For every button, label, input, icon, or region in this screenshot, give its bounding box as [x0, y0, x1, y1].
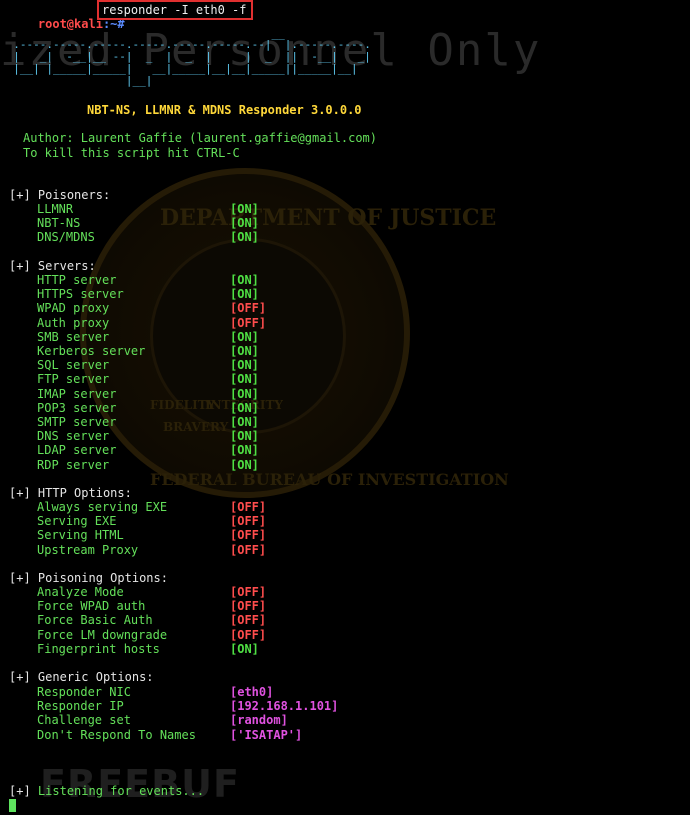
option-value: [192.168.1.101]: [230, 699, 339, 714]
option-label: RDP server: [37, 457, 110, 472]
option-status-badge: [ON]: [230, 287, 259, 302]
option-value: ['ISATAP']: [230, 727, 303, 742]
option-label: NBT-NS: [37, 216, 81, 231]
option-status-badge: [OFF]: [230, 585, 267, 599]
option-value: [eth0]: [230, 685, 274, 699]
option-status-badge: [OFF]: [230, 613, 267, 628]
option-status-badge: [OFF]: [230, 599, 267, 614]
option-label: Kerberos server: [37, 344, 146, 358]
section-poisoning-options: [+] Poisoning Options:: [9, 571, 168, 585]
command-text[interactable]: responder -I eth0 -f: [102, 3, 247, 17]
option-status-badge: [ON]: [230, 429, 259, 444]
option-label: Don't Respond To Names: [37, 727, 196, 742]
kill-hint-line: To kill this script hit CTRL-C: [23, 146, 240, 160]
option-status-badge: [ON]: [230, 230, 259, 245]
ascii-logo-line-5: |__|: [0, 74, 153, 87]
option-label: LLMNR: [37, 202, 74, 216]
option-status-badge: [ON]: [230, 415, 259, 429]
section-servers: [+] Servers:: [9, 259, 96, 273]
option-label: SMB server: [37, 329, 110, 344]
option-status-badge: [ON]: [230, 386, 259, 401]
option-label: Responder NIC: [37, 685, 131, 699]
listening-line: [+] Listening for events...: [9, 784, 205, 798]
section-generic-options: [+] Generic Options:: [9, 670, 154, 684]
option-label: POP3 server: [37, 400, 117, 415]
seal-text-top: DEPARTMENT OF JUSTICE: [160, 205, 497, 231]
option-label: Fingerprint hosts: [37, 641, 160, 656]
seal-text-bottom: FEDERAL BUREAU OF INVESTIGATION: [150, 470, 509, 489]
option-value: [random]: [230, 713, 288, 728]
author-line: Author: Laurent Gaffie (laurent.gaffie@g…: [23, 131, 378, 145]
option-label: Auth proxy: [37, 315, 110, 330]
seal-ribbon-center: BRAVERY: [163, 420, 229, 434]
option-status-badge: [OFF]: [230, 301, 267, 316]
section-http-options: [+] HTTP Options:: [9, 486, 132, 500]
option-label: Responder IP: [37, 699, 124, 714]
option-status-badge: [ON]: [230, 202, 259, 216]
option-status-badge: [ON]: [230, 329, 259, 344]
option-label: SMTP server: [37, 415, 117, 429]
option-label: Serving EXE: [37, 514, 117, 529]
option-label: Challenge set: [37, 713, 131, 728]
option-status-badge: [ON]: [230, 372, 259, 387]
option-label: Force LM downgrade: [37, 627, 168, 642]
option-label: IMAP server: [37, 386, 117, 401]
option-label: HTTP server: [37, 273, 117, 287]
option-status-badge: [OFF]: [230, 542, 267, 557]
option-label: DNS/MDNS: [37, 230, 95, 245]
option-status-badge: [ON]: [230, 344, 259, 358]
option-status-badge: [OFF]: [230, 627, 267, 642]
option-label: Serving HTML: [37, 528, 124, 543]
option-label: Force WPAD auth: [37, 599, 146, 614]
option-status-badge: [OFF]: [230, 514, 267, 529]
terminal-cursor: [9, 799, 16, 812]
option-status-badge: [OFF]: [230, 315, 267, 330]
option-label: HTTPS server: [37, 287, 124, 302]
option-label: Force Basic Auth: [37, 613, 153, 628]
option-status-badge: [ON]: [230, 273, 259, 287]
option-label: WPAD proxy: [37, 301, 110, 316]
option-status-badge: [ON]: [230, 216, 259, 231]
section-poisoners: [+] Poisoners:: [9, 188, 111, 202]
option-label: Analyze Mode: [37, 585, 124, 599]
option-label: DNS server: [37, 429, 110, 444]
option-label: LDAP server: [37, 443, 117, 458]
responder-title: NBT-NS, LLMNR & MDNS Responder 3.0.0.0: [87, 103, 362, 117]
option-status-badge: [ON]: [230, 358, 259, 373]
option-label: SQL server: [37, 358, 110, 373]
option-label: Upstream Proxy: [37, 542, 139, 557]
option-status-badge: [OFF]: [230, 528, 267, 543]
option-status-badge: [ON]: [230, 641, 259, 656]
option-label: FTP server: [37, 372, 110, 387]
option-status-badge: [ON]: [230, 400, 259, 415]
option-status-badge: [ON]: [230, 457, 259, 472]
option-status-badge: [OFF]: [230, 500, 267, 514]
option-label: Always serving EXE: [37, 500, 168, 514]
option-status-badge: [ON]: [230, 443, 259, 458]
